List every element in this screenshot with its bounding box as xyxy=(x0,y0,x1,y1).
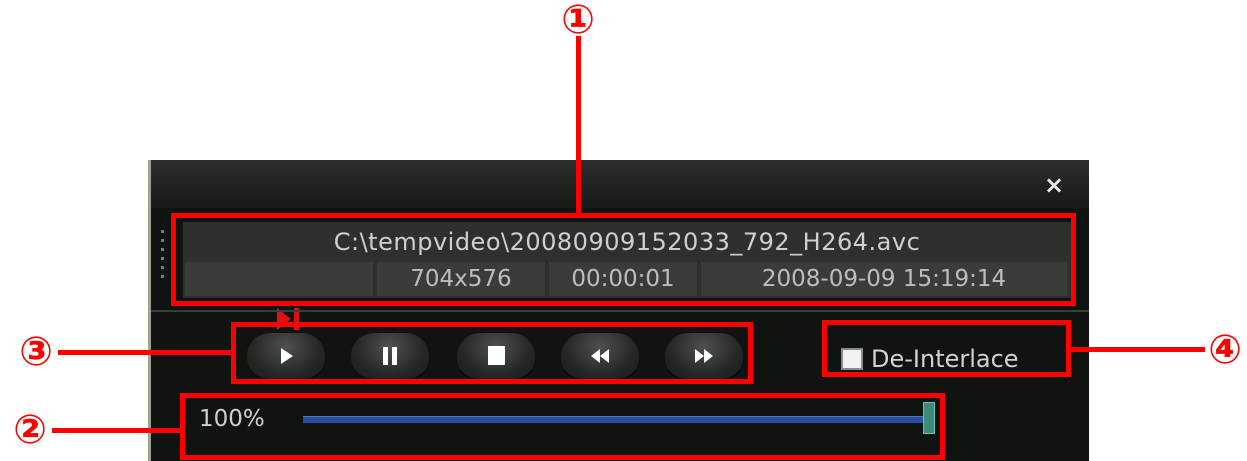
callout-box-zoom-slider xyxy=(180,393,945,460)
close-icon[interactable]: × xyxy=(1044,173,1064,197)
callout-line-3 xyxy=(58,350,231,355)
callout-line-1 xyxy=(576,36,581,213)
callout-number-1: ① xyxy=(561,0,595,43)
callout-box-playback-controls xyxy=(231,322,753,384)
title-bar: × xyxy=(151,160,1089,208)
callout-line-2 xyxy=(52,428,180,433)
callout-number-4: ④ xyxy=(1208,327,1242,373)
callout-line-4 xyxy=(1071,347,1205,352)
callout-number-2: ② xyxy=(13,407,47,453)
callout-box-deinterlace xyxy=(822,320,1071,377)
drag-grip[interactable] xyxy=(161,230,164,280)
divider xyxy=(151,310,1089,312)
callout-number-3: ③ xyxy=(19,329,53,375)
callout-box-file-info xyxy=(171,213,1076,306)
